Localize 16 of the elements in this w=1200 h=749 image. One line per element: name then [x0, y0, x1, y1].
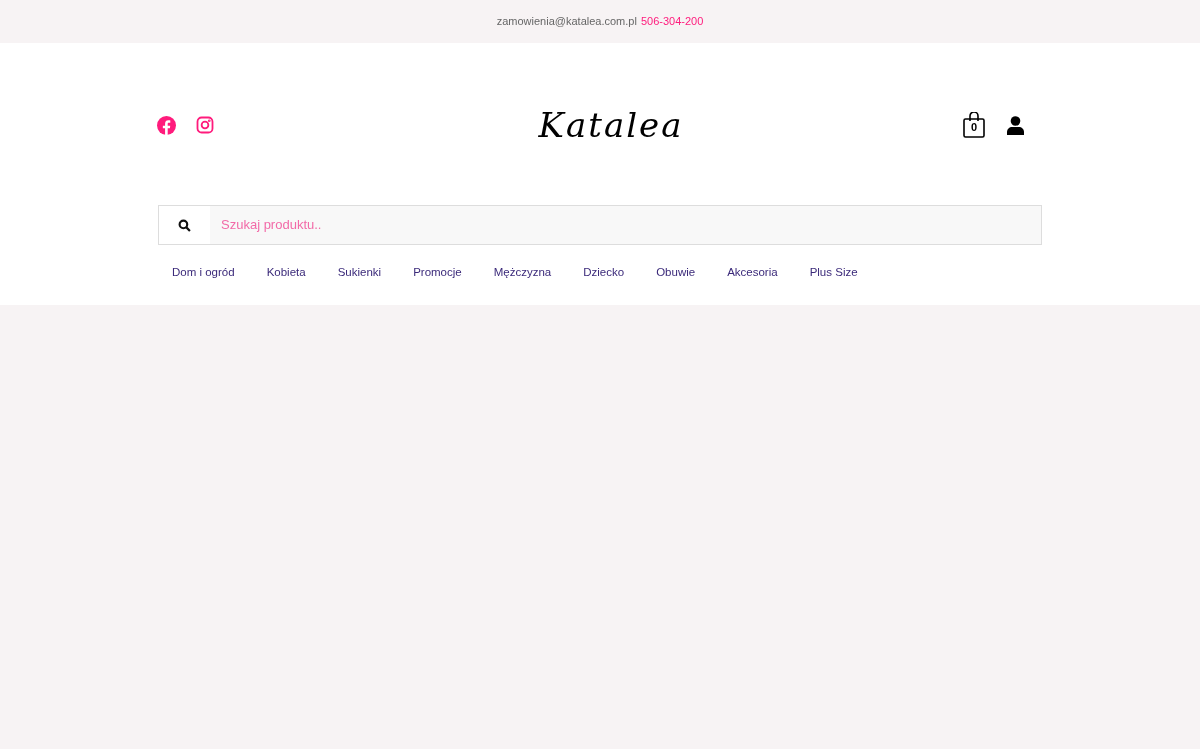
- menu-link[interactable]: Sukienki: [337, 264, 382, 282]
- search-field[interactable]: Szukaj produktu..: [158, 205, 1042, 245]
- menu-link[interactable]: Plus Size: [809, 264, 858, 282]
- menu-link[interactable]: Obuwie: [656, 264, 696, 282]
- facebook-icon[interactable]: [157, 115, 176, 135]
- menu-link[interactable]: Akcesoria: [727, 264, 778, 282]
- email-link[interactable]: zamowienia@katalea.com.pl: [496, 13, 637, 30]
- menu-link[interactable]: Dziecko: [583, 264, 625, 282]
- user-icon[interactable]: [1007, 115, 1024, 135]
- instagram-icon[interactable]: [196, 116, 214, 134]
- menu-link[interactable]: Dom i ogród: [172, 264, 235, 282]
- menu-link[interactable]: Mężczyzna: [493, 264, 552, 282]
- search-icon: [178, 218, 191, 232]
- menu-link[interactable]: Promocje: [413, 264, 462, 282]
- logo[interactable]: Katalea: [538, 99, 684, 151]
- menu-link[interactable]: Kobieta: [266, 264, 306, 282]
